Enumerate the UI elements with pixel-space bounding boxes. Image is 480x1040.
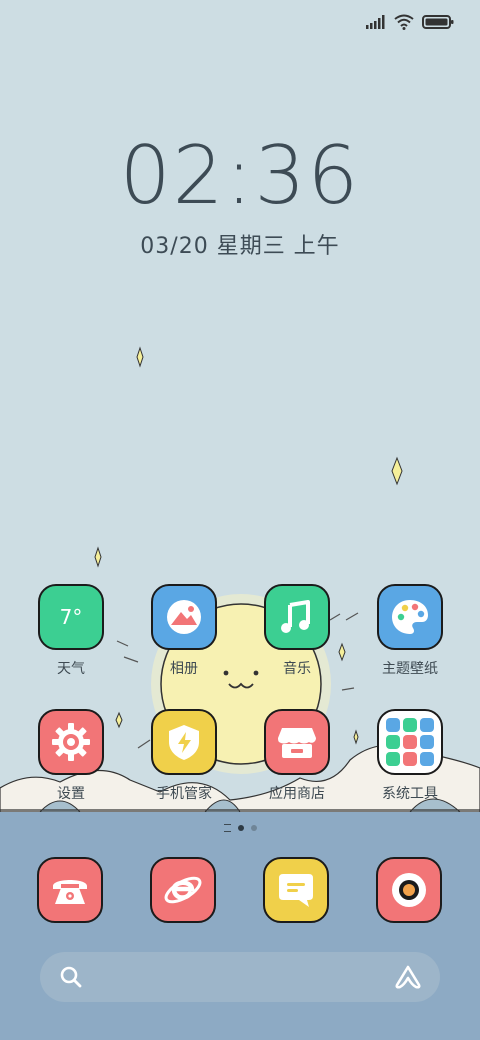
app-label: 相册 [170, 661, 198, 677]
search-icon[interactable] [60, 966, 82, 988]
dock-browser[interactable] [150, 857, 216, 923]
gear-icon[interactable] [38, 709, 104, 775]
gallery-icon[interactable] [151, 584, 217, 650]
signal-bars-icon [366, 15, 385, 29]
wifi-icon [394, 14, 414, 30]
status-bar [366, 10, 454, 34]
app-settings[interactable]: 设置 [21, 709, 121, 803]
app-label: 手机管家 [156, 786, 212, 802]
browser-icon [164, 876, 202, 904]
lock-clock-date[interactable]: 03/20 星期三 上午 [0, 228, 480, 260]
app-label: 音乐 [283, 661, 311, 677]
message-icon [279, 874, 313, 907]
dock-messages[interactable] [263, 857, 329, 923]
page-dot [250, 825, 257, 831]
page-indicator[interactable] [0, 824, 480, 832]
dock-phone[interactable] [37, 857, 103, 923]
app-label: 设置 [57, 786, 85, 802]
app-themes[interactable]: 主题壁纸 [360, 584, 460, 678]
sparkle-icon [353, 729, 359, 745]
app-label: 主题壁纸 [382, 661, 438, 677]
app-folder-tools[interactable]: 系统工具 [360, 709, 460, 803]
dock [0, 812, 480, 1040]
sparkle-icon [94, 546, 102, 568]
page-dot-active [237, 825, 244, 831]
app-store[interactable]: 应用商店 [247, 709, 347, 803]
sparkle-icon [136, 346, 144, 368]
app-weather[interactable]: 7° 天气 [21, 584, 121, 678]
app-label: 天气 [57, 661, 85, 677]
folder-icon[interactable] [377, 709, 443, 775]
store-icon[interactable] [264, 709, 330, 775]
page-list-icon [223, 824, 231, 832]
assistant-icon[interactable] [394, 964, 422, 990]
app-gallery[interactable]: 相册 [134, 584, 234, 678]
app-music[interactable]: 音乐 [247, 584, 347, 678]
app-label: 应用商店 [269, 786, 325, 802]
palette-icon[interactable] [377, 584, 443, 650]
music-note-icon[interactable] [264, 584, 330, 650]
search-bar[interactable] [40, 952, 440, 1002]
dock-camera[interactable] [376, 857, 442, 923]
app-security[interactable]: 手机管家 [134, 709, 234, 803]
shield-icon[interactable] [151, 709, 217, 775]
app-label: 系统工具 [382, 786, 438, 802]
weather-temperature: 7° [59, 605, 83, 629]
battery-icon [422, 15, 454, 29]
lock-clock-time[interactable]: 02:36 [0, 128, 480, 224]
weather-icon[interactable]: 7° [38, 584, 104, 650]
phone-icon [53, 880, 87, 904]
camera-icon [392, 873, 426, 907]
sparkle-icon [391, 456, 403, 486]
